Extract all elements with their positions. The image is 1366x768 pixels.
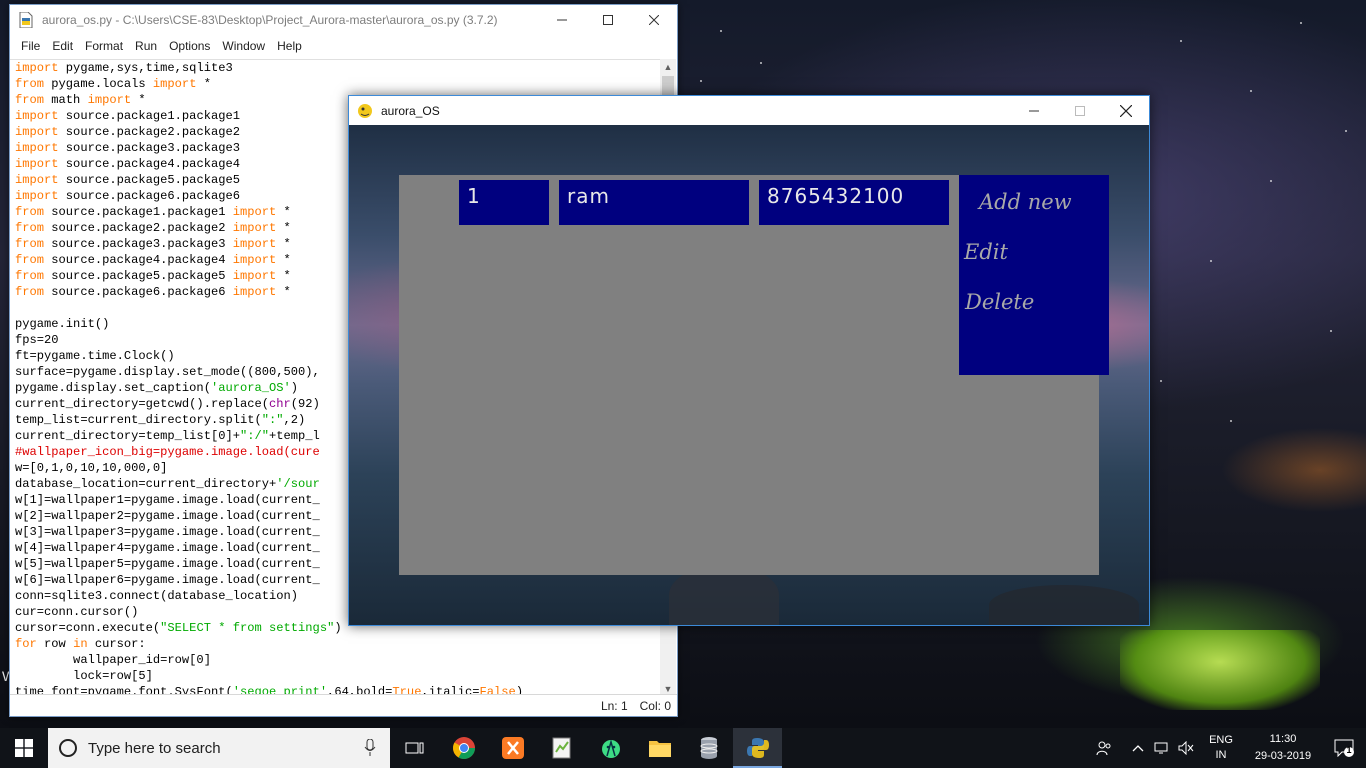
file-explorer-taskbar-button[interactable] [635,728,684,768]
clock-time: 11:30 [1269,733,1297,745]
record-name-cell[interactable]: ram [559,180,749,225]
chevron-up-icon[interactable] [1126,728,1150,768]
delete-button[interactable]: Delete [965,290,1034,314]
code-line[interactable]: import pygame,sys,time,sqlite3 [15,60,661,76]
pygame-title: aurora_OS [381,103,440,118]
status-column: Col: 0 [639,698,671,713]
python-idle-icon [746,738,769,758]
system-tray: ENG IN 11:30 29-03-2019 1 [1092,728,1366,768]
editor-title: aurora_os.py - C:\Users\CSE-83\Desktop\P… [42,13,498,27]
database-icon [700,737,717,759]
maximize-icon [1075,106,1085,116]
menu-run[interactable]: Run [129,39,163,53]
pygame-close-button[interactable] [1103,96,1149,126]
taskbar: Type here to search ENG IN 11:30 29-03-2… [0,728,1366,768]
record-id-cell[interactable]: 1 [459,180,549,225]
volume-muted-icon[interactable] [1174,728,1198,768]
edit-button[interactable]: Edit [964,240,1008,264]
pygame-surface[interactable]: 1 ram 8765432100 Add new Edit Delete [349,125,1149,625]
code-line[interactable]: for row in cursor: [15,636,661,652]
editor-statusbar: Ln: 1 Col: 0 [10,694,677,716]
close-icon [1120,105,1132,117]
task-view-button[interactable] [390,728,439,768]
editor-titlebar[interactable]: aurora_os.py - C:\Users\CSE-83\Desktop\P… [10,5,677,35]
menu-edit[interactable]: Edit [46,39,79,53]
chrome-taskbar-button[interactable] [439,728,488,768]
taskbar-search-box[interactable]: Type here to search [48,728,390,768]
pygame-minimize-button[interactable] [1011,96,1057,126]
action-center-button[interactable]: 1 [1322,739,1366,757]
clock-date: 29-03-2019 [1254,750,1312,762]
notepad-plus-icon [552,737,570,759]
rock-decoration [989,585,1139,625]
status-line: Ln: 1 [600,698,628,713]
notification-count: 1 [1346,745,1352,755]
code-line[interactable]: lock=row[5] [15,668,661,684]
maximize-icon [603,15,613,25]
pygame-maximize-button[interactable] [1057,96,1103,126]
android-studio-icon [601,739,620,758]
add-new-button[interactable]: Add new [979,190,1072,214]
code-line[interactable]: from pygame.locals import * [15,76,661,92]
region-code: IN [1215,749,1227,761]
pygame-titlebar[interactable]: aurora_OS [349,96,1149,125]
language-code: ENG [1209,734,1233,746]
database-taskbar-button[interactable] [684,728,733,768]
editor-menubar: File Edit Format Run Options Window Help [10,35,677,57]
cortana-circle-icon [59,739,77,757]
pygame-window[interactable]: aurora_OS 1 ram 8765432100 Add new Edit … [348,95,1150,626]
code-line[interactable]: wallpaper_id=row[0] [15,652,661,668]
minimize-icon [557,19,567,21]
scroll-up-icon[interactable]: ▲ [660,59,676,75]
chrome-icon [452,737,475,759]
task-view-icon [405,742,423,754]
close-button[interactable] [631,5,677,35]
taskbar-clock[interactable]: 11:30 29-03-2019 [1244,731,1322,765]
network-icon[interactable] [1150,728,1174,768]
xampp-taskbar-button[interactable] [488,728,537,768]
notepad-plus-taskbar-button[interactable] [537,728,586,768]
menu-help[interactable]: Help [271,39,308,53]
search-placeholder: Type here to search [88,739,221,757]
start-button[interactable] [0,728,48,768]
pygame-snake-icon [357,103,373,119]
record-phone-cell[interactable]: 8765432100 [759,180,949,225]
python-file-icon [18,12,34,28]
menu-format[interactable]: Format [79,39,129,53]
menu-file[interactable]: File [15,39,46,53]
android-studio-taskbar-button[interactable] [586,728,635,768]
close-icon [649,15,659,25]
menu-options[interactable]: Options [163,39,216,53]
menu-window[interactable]: Window [216,39,271,53]
xampp-icon [501,737,524,759]
microphone-icon[interactable] [364,738,376,762]
glowing-tent [1120,630,1320,710]
python-idle-taskbar-button[interactable] [733,728,782,768]
file-explorer-icon [648,741,671,757]
language-indicator[interactable]: ENG IN [1202,733,1240,763]
minimize-icon [1029,110,1039,112]
maximize-button[interactable] [585,5,631,35]
minimize-button[interactable] [539,5,585,35]
actions-menu: Add new Edit Delete [959,175,1109,375]
people-icon[interactable] [1092,728,1116,768]
windows-icon [15,739,33,757]
